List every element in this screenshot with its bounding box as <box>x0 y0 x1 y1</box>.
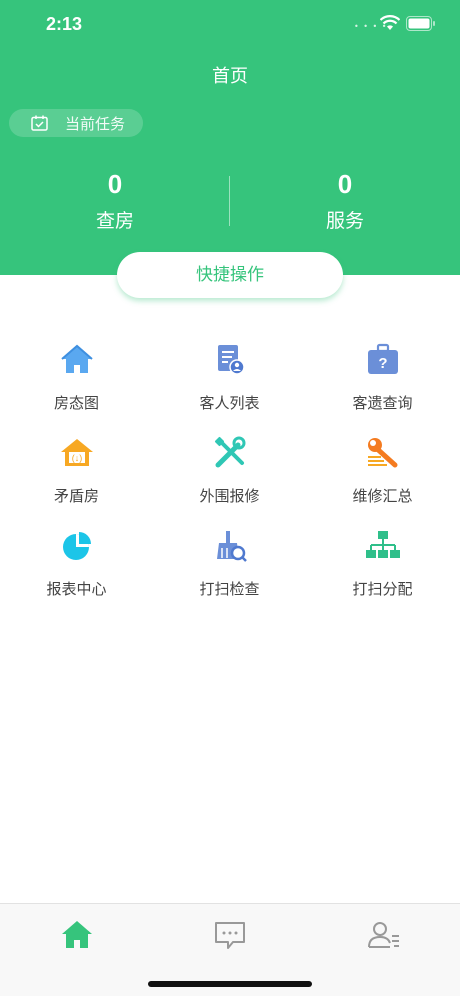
message-icon[interactable] <box>212 918 248 952</box>
stat-room-check[interactable]: 0 查房 <box>0 168 230 233</box>
quick-action-button[interactable]: 快捷操作 <box>117 252 343 298</box>
house-icon <box>61 344 93 373</box>
grid-item-cleaning-check[interactable]: 打扫检查 <box>153 528 306 621</box>
current-task-tag[interactable]: 当前任务 <box>9 109 143 137</box>
stat-service-label: 服务 <box>325 210 364 232</box>
grid-label: 矛盾房 <box>53 487 99 505</box>
home-indicator[interactable] <box>148 981 312 987</box>
repair-tools-icon <box>214 436 246 468</box>
grid-label: 打扫分配 <box>352 580 413 598</box>
status-bar: 2:13 • • • • <box>0 0 460 50</box>
conflict-room-icon: (↓) <box>61 439 93 466</box>
broom-check-icon <box>217 531 247 562</box>
grid-label: 外围报修 <box>199 487 260 505</box>
stat-service-value: 0 <box>337 169 353 199</box>
grid-item-guest-list[interactable]: 客人列表 <box>153 342 306 435</box>
grid-item-repair-summary[interactable]: 维修汇总 <box>306 435 459 528</box>
stat-room-check-value: 0 <box>107 169 123 199</box>
org-chart-icon <box>366 531 400 558</box>
home-icon[interactable] <box>59 918 95 952</box>
grid-label: 房态图 <box>53 394 99 412</box>
lost-item-icon: ? <box>368 343 398 374</box>
battery-icon <box>406 16 435 31</box>
grid-label: 客人列表 <box>199 394 260 412</box>
wifi-icon <box>380 15 400 30</box>
page-title: 首页 <box>212 66 248 87</box>
grid-label: 打扫检查 <box>199 580 260 598</box>
current-task-label: 当前任务 <box>65 115 126 133</box>
status-time: 2:13 <box>46 14 83 34</box>
grid-label: 维修汇总 <box>352 487 413 505</box>
grid-item-report-center[interactable]: 报表中心 <box>0 528 153 621</box>
guest-list-icon <box>218 345 245 375</box>
svg-text:?: ? <box>378 355 387 372</box>
stat-service[interactable]: 0 服务 <box>230 168 460 233</box>
grid-item-cleaning-assign[interactable]: 打扫分配 <box>306 528 459 621</box>
grid-item-room-status[interactable]: 房态图 <box>0 342 153 435</box>
wrench-summary-icon <box>368 438 398 468</box>
stat-room-check-label: 查房 <box>95 210 134 232</box>
grid-item-conflict-room[interactable]: (↓) 矛盾房 <box>0 435 153 528</box>
grid-item-lost-item-query[interactable]: ? 客遗查询 <box>306 342 459 435</box>
profile-icon[interactable] <box>366 918 402 952</box>
pie-chart-icon <box>63 532 91 560</box>
grid-label: 客遗查询 <box>352 394 413 412</box>
grid-item-external-repair[interactable]: 外围报修 <box>153 435 306 528</box>
svg-text:(↓): (↓) <box>72 453 83 463</box>
grid-label: 报表中心 <box>46 580 107 598</box>
calendar-check-icon <box>31 115 48 131</box>
